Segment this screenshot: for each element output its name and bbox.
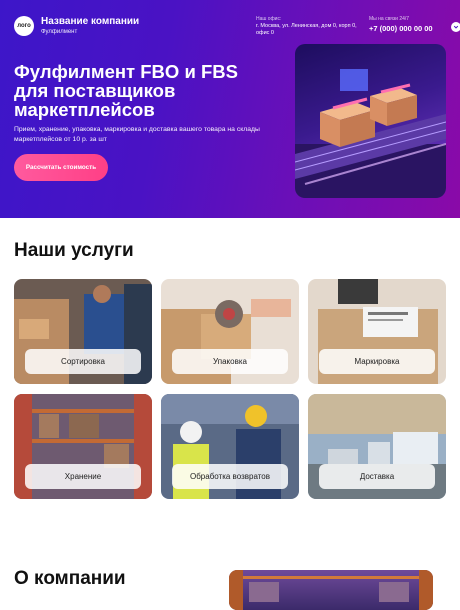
service-label: Сортировка <box>25 349 141 374</box>
office-caption: Наш офис: <box>256 16 282 22</box>
contact-info: Мы на связи 24/7 +7 (000) 000 00 00 <box>369 16 460 34</box>
service-card-sorting[interactable]: Сортировка <box>14 279 152 384</box>
service-label: Маркировка <box>319 349 435 374</box>
service-card-delivery[interactable]: Доставка <box>308 394 446 499</box>
service-card-packing[interactable]: Упаковка <box>161 279 299 384</box>
chevron-down-icon[interactable] <box>451 22 460 32</box>
office-address: г. Москва, ул. Ленинская, дом 0, корп 0,… <box>256 23 357 36</box>
calculate-cost-button[interactable]: Рассчитать стоимость <box>14 154 108 181</box>
hero-image <box>295 44 446 198</box>
office-info: Наш офис: г. Москва, ул. Ленинская, дом … <box>256 16 366 37</box>
services-title: Наши услуги <box>14 240 134 261</box>
service-card-storage[interactable]: Хранение <box>14 394 152 499</box>
top-bar: лого Название компании Фулфилмент Наш оф… <box>14 16 460 40</box>
phone-number[interactable]: +7 (000) 000 00 00 <box>369 23 449 34</box>
service-card-returns[interactable]: Обработка возвратов <box>161 394 299 499</box>
service-label: Доставка <box>319 464 435 489</box>
about-image <box>229 570 433 610</box>
company-block: Название компании Фулфилмент <box>41 16 139 37</box>
service-label: Упаковка <box>172 349 288 374</box>
service-label: Обработка возвратов <box>172 464 288 489</box>
hero-title: Фулфилмент FBO и FBS для поставщиков мар… <box>14 61 238 120</box>
hero-description: Прием, хранение, упаковка, маркировка и … <box>14 126 260 143</box>
about-title: О компании <box>14 568 126 589</box>
company-subtitle: Фулфилмент <box>41 29 78 35</box>
contact-caption: Мы на связи 24/7 <box>369 16 410 22</box>
hero-section: лого Название компании Фулфилмент Наш оф… <box>0 0 460 218</box>
company-name: Название компании <box>41 16 140 27</box>
service-card-labeling[interactable]: Маркировка <box>308 279 446 384</box>
logo[interactable]: лого <box>14 16 34 36</box>
service-label: Хранение <box>25 464 141 489</box>
